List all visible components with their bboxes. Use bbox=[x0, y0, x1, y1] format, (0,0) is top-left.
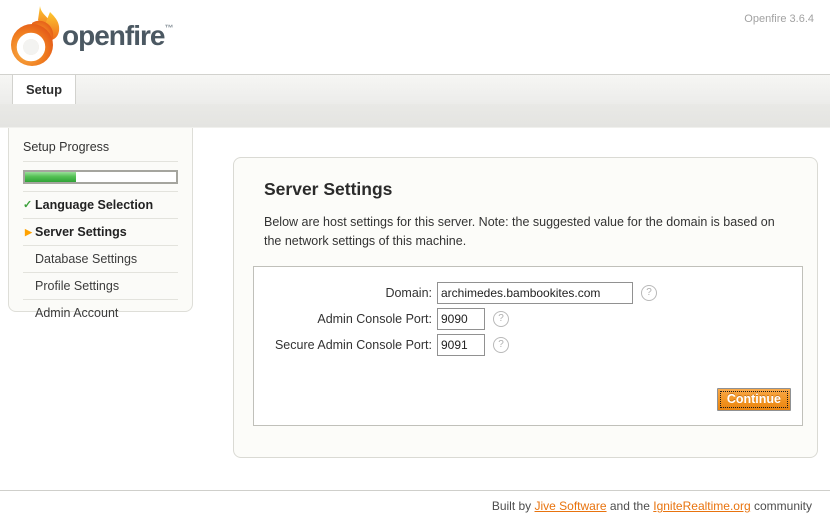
form-row-secure-port: Secure Admin Console Port: ? bbox=[254, 334, 802, 356]
setup-progress-bar bbox=[23, 170, 178, 184]
jive-software-link[interactable]: Jive Software bbox=[535, 499, 607, 513]
header: openfire™ Openfire 3.6.4 bbox=[0, 0, 830, 74]
step-language-selection: ✓ Language Selection bbox=[23, 191, 178, 218]
help-icon[interactable]: ? bbox=[493, 311, 509, 327]
admin-console-port-input[interactable] bbox=[437, 308, 485, 330]
step-admin-account: Admin Account bbox=[23, 299, 178, 326]
step-label: Language Selection bbox=[35, 198, 153, 212]
step-database-settings: Database Settings bbox=[23, 245, 178, 272]
secure-admin-console-port-input[interactable] bbox=[437, 334, 485, 356]
footer-text: and the bbox=[607, 499, 654, 513]
form-row-domain: Domain: ? bbox=[254, 282, 802, 304]
setup-steps-list: ✓ Language Selection ▶ Server Settings D… bbox=[23, 191, 178, 326]
sidebar-title: Setup Progress bbox=[23, 140, 178, 162]
version-label: Openfire 3.6.4 bbox=[744, 13, 814, 25]
step-profile-settings: Profile Settings bbox=[23, 272, 178, 299]
footer-text: community bbox=[751, 499, 812, 513]
trademark: ™ bbox=[164, 23, 173, 33]
secure-admin-console-port-label: Secure Admin Console Port: bbox=[254, 338, 437, 352]
footer-text: Built by bbox=[492, 499, 535, 513]
server-settings-form: Domain: ? Admin Console Port: ? Secure A… bbox=[253, 266, 803, 426]
openfire-logo-icon bbox=[10, 5, 62, 69]
form-row-admin-port: Admin Console Port: ? bbox=[254, 308, 802, 330]
sub-navigation-bar bbox=[0, 104, 830, 128]
setup-progress-fill bbox=[25, 172, 76, 182]
brand-title: openfire™ bbox=[62, 20, 173, 52]
check-icon: ✓ bbox=[23, 200, 35, 211]
step-server-settings: ▶ Server Settings bbox=[23, 218, 178, 245]
tab-strip: Setup bbox=[0, 74, 830, 104]
help-icon[interactable]: ? bbox=[641, 285, 657, 301]
setup-progress-sidebar: Setup Progress ✓ Language Selection ▶ Se… bbox=[8, 128, 193, 312]
page-description: Below are host settings for this server.… bbox=[264, 213, 787, 251]
page-title: Server Settings bbox=[264, 179, 817, 200]
help-icon[interactable]: ? bbox=[493, 337, 509, 353]
tab-setup[interactable]: Setup bbox=[12, 75, 76, 104]
footer: Built by Jive Software and the IgniteRea… bbox=[0, 490, 830, 513]
step-label: Server Settings bbox=[35, 225, 127, 239]
admin-console-port-label: Admin Console Port: bbox=[254, 312, 437, 326]
step-label: Admin Account bbox=[35, 306, 118, 320]
igniterealtime-link[interactable]: IgniteRealtime.org bbox=[653, 499, 750, 513]
continue-button[interactable]: Continue bbox=[717, 388, 791, 411]
server-settings-panel: Server Settings Below are host settings … bbox=[233, 157, 818, 458]
step-label: Database Settings bbox=[35, 252, 137, 266]
domain-label: Domain: bbox=[254, 286, 437, 300]
step-label: Profile Settings bbox=[35, 279, 119, 293]
domain-input[interactable] bbox=[437, 282, 633, 304]
arrow-right-icon: ▶ bbox=[23, 228, 35, 237]
openfire-setup-screen: openfire™ Openfire 3.6.4 Setup Setup Pro… bbox=[0, 0, 830, 524]
